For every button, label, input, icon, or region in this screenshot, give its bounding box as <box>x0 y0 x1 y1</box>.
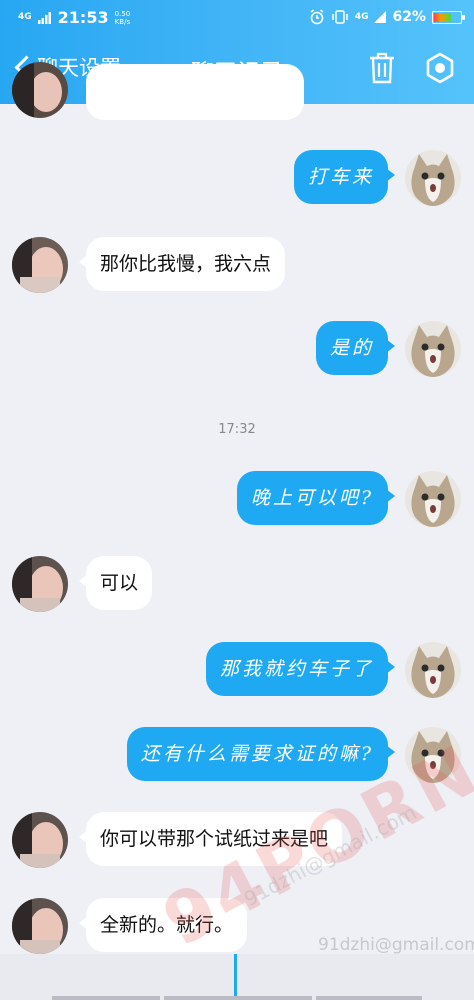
message-bubble-sent[interactable]: 那我就约车子了 <box>205 642 396 696</box>
avatar-self[interactable] <box>405 471 461 527</box>
trash-icon[interactable] <box>368 52 396 84</box>
avatar-self[interactable] <box>405 727 461 783</box>
message-bubble-sent[interactable]: 晚上可以吧? <box>236 471 396 525</box>
avatar[interactable] <box>12 237 68 293</box>
partial-bubble <box>86 64 304 120</box>
message-bubble-received[interactable]: 那你比我慢，我六点 <box>78 237 286 291</box>
bottom-bar-segment <box>316 996 422 1000</box>
bottom-area <box>0 954 474 1000</box>
scroll-indicator[interactable] <box>234 954 237 1000</box>
speed-value: 0.50 <box>114 9 131 18</box>
chat-history[interactable]: 打车来 那你比我慢，我六点 是的 17:32 晚上可以吧? 可以 那我就约车子了… <box>0 62 474 954</box>
signal-bars-icon <box>374 11 387 23</box>
clock: 21:53 <box>57 8 109 27</box>
network-type: 4G <box>18 12 32 22</box>
avatar[interactable] <box>12 556 68 612</box>
timestamp: 17:32 <box>218 422 256 437</box>
vibrate-icon <box>332 10 348 24</box>
speed-unit: KB/s <box>114 17 131 26</box>
network-speed: 0.50 KB/s <box>115 10 131 26</box>
message-bubble-received[interactable]: 全新的。就行。 <box>78 898 248 952</box>
message-bubble-received[interactable]: 你可以带那个试纸过来是吧 <box>78 812 343 866</box>
avatar-self[interactable] <box>405 150 461 206</box>
avatar-self[interactable] <box>405 642 461 698</box>
battery-percent: 62% <box>392 9 426 25</box>
alarm-icon <box>310 9 324 25</box>
avatar-self[interactable] <box>405 321 461 377</box>
bottom-bar-segment <box>52 996 160 1000</box>
avatar[interactable] <box>12 62 68 118</box>
avatar[interactable] <box>12 898 68 954</box>
signal-icon <box>37 11 51 24</box>
message-bubble-sent[interactable]: 是的 <box>315 321 396 375</box>
cat-avatar-icon <box>405 321 461 377</box>
battery-icon <box>432 10 465 24</box>
network-type-right: 4G <box>354 11 369 22</box>
message-bubble-sent[interactable]: 打车来 <box>293 150 396 204</box>
cat-avatar-icon <box>405 727 461 783</box>
cat-avatar-icon <box>405 150 461 206</box>
message-bubble-received[interactable]: 可以 <box>78 556 153 610</box>
cat-avatar-icon <box>405 471 461 527</box>
bottom-bar-segment <box>164 996 312 1000</box>
status-bar: 4G 21:53 0.50 KB/s 4G 62% <box>0 0 474 36</box>
settings-icon[interactable] <box>424 52 456 84</box>
avatar[interactable] <box>12 812 68 868</box>
message-bubble-sent[interactable]: 还有什么需要求证的嘛? <box>126 727 396 781</box>
cat-avatar-icon <box>405 642 461 698</box>
